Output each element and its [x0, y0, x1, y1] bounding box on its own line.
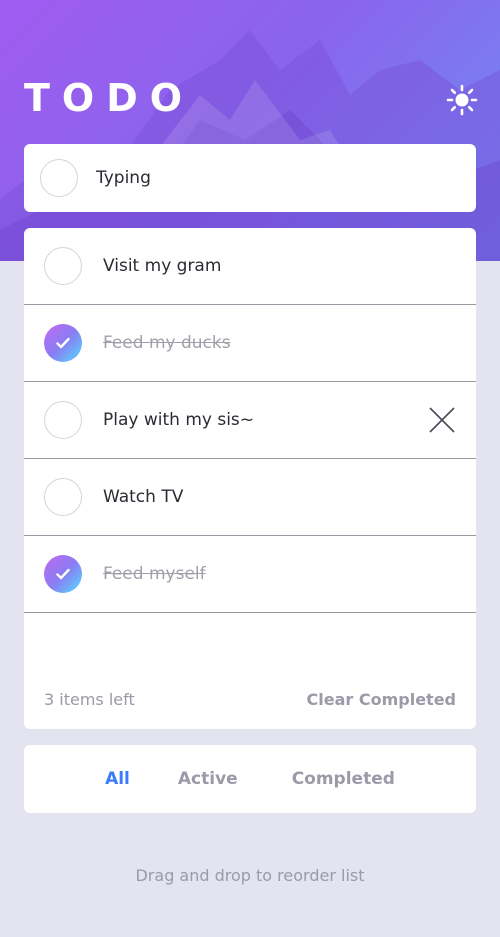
todo-text: Feed my ducks — [103, 333, 231, 353]
check-icon — [56, 337, 70, 349]
header-background: TODO — [0, 0, 500, 261]
filter-bar: All Active Completed — [24, 745, 476, 813]
todo-item[interactable]: Watch TV — [24, 459, 476, 536]
filter-active[interactable]: Active — [178, 769, 238, 789]
todo-item[interactable]: Feed my ducks — [24, 305, 476, 382]
list-footer: 3 items left Clear Completed — [24, 669, 476, 729]
sun-icon — [446, 84, 478, 116]
todo-text: Visit my gram — [103, 256, 222, 276]
theme-toggle-button[interactable] — [446, 84, 478, 116]
todo-item[interactable]: Visit my gram — [24, 228, 476, 305]
todo-check-circle[interactable] — [44, 247, 82, 285]
todo-item[interactable]: Feed myself — [24, 536, 476, 613]
todo-check-circle[interactable] — [44, 324, 82, 362]
filter-completed[interactable]: Completed — [292, 769, 395, 789]
todo-text: Feed myself — [103, 564, 206, 584]
items-left-count: 3 items left — [44, 689, 135, 709]
drag-drop-hint: Drag and drop to reorder list — [135, 866, 365, 885]
check-icon — [56, 568, 70, 580]
new-todo-box — [24, 144, 476, 212]
todo-check-circle[interactable] — [44, 555, 82, 593]
todo-text: Play with my sis~ — [103, 410, 255, 430]
delete-todo-button[interactable] — [428, 406, 456, 434]
close-icon — [429, 407, 455, 433]
todo-item[interactable]: Play with my sis~ — [24, 382, 476, 459]
todo-text: Watch TV — [103, 487, 184, 507]
filter-all[interactable]: All — [105, 769, 130, 789]
mountain-illustration — [0, 30, 500, 261]
todo-check-circle[interactable] — [44, 478, 82, 516]
app-title: TODO — [24, 76, 195, 120]
new-todo-input[interactable] — [96, 168, 436, 188]
todo-list: Visit my gram Feed my ducks Play with my s… — [24, 228, 476, 729]
clear-completed-button[interactable]: Clear Completed — [307, 690, 456, 709]
todo-check-circle[interactable] — [44, 401, 82, 439]
new-todo-check-circle[interactable] — [40, 159, 78, 197]
